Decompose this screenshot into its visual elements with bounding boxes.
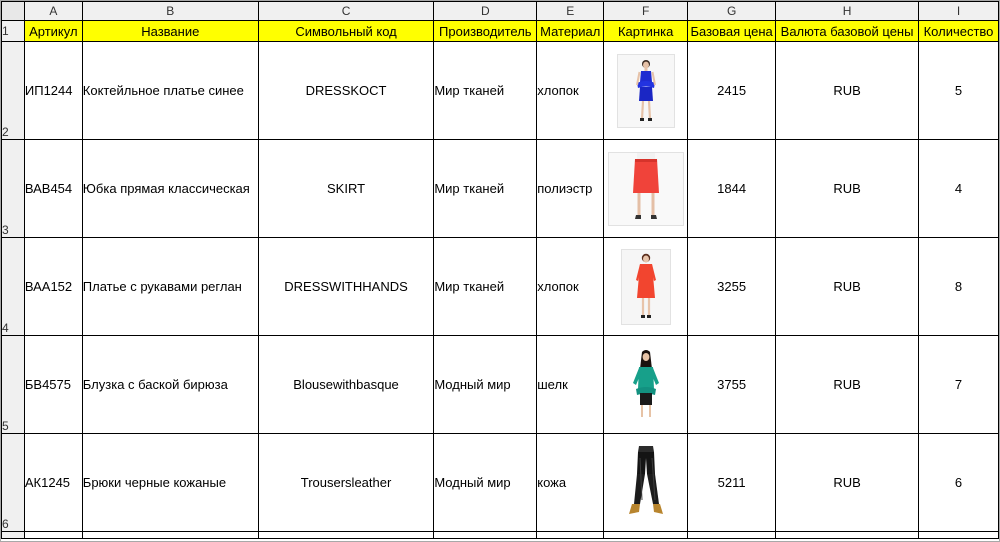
cell-picture[interactable]: [603, 433, 689, 532]
cell-name[interactable]: Юбка прямая классическая: [81, 139, 259, 238]
row-header-1[interactable]: 1: [1, 20, 25, 42]
cell-code[interactable]: Trousersleather: [257, 433, 435, 532]
cell-material[interactable]: хлопок: [536, 41, 605, 140]
row-header-3[interactable]: 3: [1, 139, 25, 238]
row-header-5[interactable]: 5: [1, 335, 25, 434]
empty-cell[interactable]: [257, 531, 435, 539]
cell-article[interactable]: АК1245: [23, 433, 83, 532]
cell-code[interactable]: SKIRT: [257, 139, 435, 238]
cell-picture[interactable]: [603, 139, 689, 238]
blue-dress-image[interactable]: [616, 53, 675, 128]
header-cell-qty[interactable]: Количество: [918, 20, 999, 42]
cell-price[interactable]: 2415: [687, 41, 777, 140]
cell-currency[interactable]: RUB: [775, 433, 920, 532]
cell-picture[interactable]: [603, 335, 689, 434]
row-header-6[interactable]: 6: [1, 433, 25, 532]
cell-maker[interactable]: Мир тканей: [433, 237, 538, 336]
empty-cell[interactable]: [23, 531, 83, 539]
cell-currency[interactable]: RUB: [775, 139, 920, 238]
column-header-a[interactable]: A: [23, 1, 83, 21]
cell-material[interactable]: кожа: [536, 433, 605, 532]
cell-currency[interactable]: RUB: [775, 41, 920, 140]
column-header-b[interactable]: B: [81, 1, 259, 21]
table-row: 2 ИП1244 Коктейльное платье синее DRESSK…: [1, 41, 999, 140]
cell-code[interactable]: Blousewithbasque: [257, 335, 435, 434]
column-header-g[interactable]: G: [687, 1, 777, 21]
column-header-row: A B C D E F G H I: [1, 1, 999, 21]
spreadsheet-frame: A B C D E F G H I 1 Артикул Название Сим…: [0, 0, 1000, 542]
cell-maker[interactable]: Мир тканей: [433, 139, 538, 238]
cell-maker[interactable]: Модный мир: [433, 335, 538, 434]
cell-price[interactable]: 1844: [687, 139, 777, 238]
column-header-i[interactable]: I: [918, 1, 999, 21]
header-cell-article[interactable]: Артикул: [23, 20, 83, 42]
cell-currency[interactable]: RUB: [775, 335, 920, 434]
table-row: 3 ВАВ454 Юбка прямая классическая SKIRT …: [1, 139, 999, 238]
column-header-h[interactable]: H: [775, 1, 920, 21]
column-header-c[interactable]: C: [257, 1, 435, 21]
cell-qty[interactable]: 4: [918, 139, 999, 238]
header-cell-material[interactable]: Материал: [536, 20, 605, 42]
select-all-corner[interactable]: [1, 1, 25, 21]
header-cell-picture[interactable]: Картинка: [603, 20, 689, 42]
table-row: 4 ВАА152 Платье с рукавами реглан DRESSW…: [1, 237, 999, 336]
cell-picture[interactable]: [603, 237, 689, 336]
empty-cell[interactable]: [775, 531, 920, 539]
table-row: 6 АК1245 Брюки черные кожаные Trousersle…: [1, 433, 999, 532]
empty-cell[interactable]: [918, 531, 999, 539]
column-header-e[interactable]: E: [536, 1, 605, 21]
cell-article[interactable]: ВАВ454: [23, 139, 83, 238]
column-header-d[interactable]: D: [433, 1, 538, 21]
cell-name[interactable]: Блузка с баской бирюза: [81, 335, 259, 434]
cell-article[interactable]: БВ4575: [23, 335, 83, 434]
partial-row: [1, 531, 999, 539]
turquoise-blouse-image[interactable]: [623, 347, 668, 422]
cell-article[interactable]: ВАА152: [23, 237, 83, 336]
cell-article[interactable]: ИП1244: [23, 41, 83, 140]
cell-currency[interactable]: RUB: [775, 237, 920, 336]
header-cell-maker[interactable]: Производитель: [433, 20, 538, 42]
cell-name[interactable]: Брюки черные кожаные: [81, 433, 259, 532]
table-row: 5 БВ4575 Блузка с баской бирюза Blousewi…: [1, 335, 999, 434]
header-cell-code[interactable]: Символьный код: [257, 20, 435, 42]
row-header-partial[interactable]: [1, 531, 25, 539]
header-cell-name[interactable]: Название: [81, 20, 259, 42]
empty-cell[interactable]: [536, 531, 605, 539]
cell-material[interactable]: шелк: [536, 335, 605, 434]
cell-qty[interactable]: 8: [918, 237, 999, 336]
cell-qty[interactable]: 6: [918, 433, 999, 532]
cell-material[interactable]: хлопок: [536, 237, 605, 336]
row-header-2[interactable]: 2: [1, 41, 25, 140]
row-header-4[interactable]: 4: [1, 237, 25, 336]
cell-maker[interactable]: Мир тканей: [433, 41, 538, 140]
cell-price[interactable]: 3255: [687, 237, 777, 336]
cell-price[interactable]: 5211: [687, 433, 777, 532]
empty-cell[interactable]: [603, 531, 689, 539]
cell-picture[interactable]: [603, 41, 689, 140]
empty-cell[interactable]: [433, 531, 538, 539]
cell-name[interactable]: Коктейльное платье синее: [81, 41, 259, 140]
cell-name[interactable]: Платье с рукавами реглан: [81, 237, 259, 336]
spreadsheet-grid: A B C D E F G H I 1 Артикул Название Сим…: [1, 1, 999, 539]
black-leather-trousers-image[interactable]: [619, 442, 672, 523]
cell-maker[interactable]: Модный мир: [433, 433, 538, 532]
cell-qty[interactable]: 7: [918, 335, 999, 434]
empty-cell[interactable]: [687, 531, 777, 539]
column-header-f[interactable]: F: [603, 1, 689, 21]
header-cell-price[interactable]: Базовая цена: [687, 20, 777, 42]
cell-code[interactable]: DRESSKOCT: [257, 41, 435, 140]
cell-code[interactable]: DRESSWITHHANDS: [257, 237, 435, 336]
red-dress-image[interactable]: [620, 248, 671, 325]
empty-cell[interactable]: [81, 531, 259, 539]
header-cell-currency[interactable]: Валюта базовой цены: [775, 20, 920, 42]
cell-price[interactable]: 3755: [687, 335, 777, 434]
cell-qty[interactable]: 5: [918, 41, 999, 140]
cell-material[interactable]: полиэстр: [536, 139, 605, 238]
table-header-row: 1 Артикул Название Символьный код Произв…: [1, 20, 999, 42]
red-skirt-image[interactable]: [607, 151, 684, 226]
